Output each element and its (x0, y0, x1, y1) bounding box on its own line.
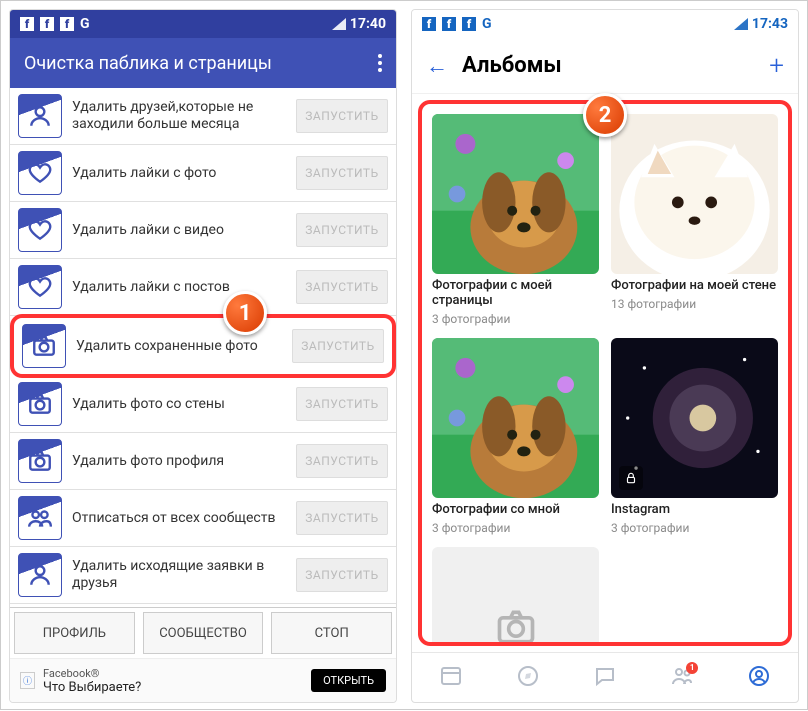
tab-profile[interactable] (747, 664, 771, 692)
launch-button[interactable]: ЗАПУСТИТЬ (296, 444, 388, 478)
signal-icon (332, 18, 346, 30)
action-row: Удалить лайки с фото ЗАПУСТИТЬ (10, 145, 396, 202)
add-button[interactable]: + (769, 53, 784, 79)
ad-text: Что Выбираете? (43, 680, 141, 695)
launch-button[interactable]: ЗАПУСТИТЬ (296, 558, 388, 592)
signal-icon (734, 18, 748, 30)
launch-button[interactable]: ЗАПУСТИТЬ (296, 156, 388, 190)
album-count: 13 фотографии (611, 297, 778, 311)
add-album-tile[interactable] (432, 547, 599, 646)
action-row: Отписаться от всех сообществ ЗАПУСТИТЬ (10, 490, 396, 547)
facebook-icon (40, 17, 54, 31)
tab-feed[interactable] (439, 664, 463, 692)
camera-icon (22, 324, 66, 368)
status-time: 17:40 (350, 16, 386, 32)
menu-dots-icon[interactable] (378, 61, 382, 65)
launch-button[interactable]: ЗАПУСТИТЬ (292, 329, 384, 363)
album-thumbnail[interactable] (611, 114, 778, 274)
album-thumbnail[interactable] (611, 338, 778, 498)
facebook-icon (20, 17, 34, 31)
heart-icon (18, 208, 62, 252)
action-label: Удалить лайки с фото (72, 165, 286, 182)
facebook-icon (462, 17, 476, 31)
action-row: Удалить сохраненные фото ЗАПУСТИТЬ (10, 314, 396, 378)
profile-button[interactable]: ПРОФИЛЬ (14, 612, 135, 654)
heart-icon (18, 265, 62, 309)
callout-1: 1 (223, 291, 267, 335)
ad-info-icon[interactable]: ⓘ (20, 672, 35, 689)
album-title: Фотографии на моей стене (611, 278, 778, 293)
page-title: Альбомы (462, 53, 755, 78)
person-icon (18, 94, 62, 138)
facebook-icon (422, 17, 436, 31)
action-label: Удалить фото со стены (72, 396, 286, 413)
ad-open-button[interactable]: ОТКРЫТЬ (311, 669, 386, 692)
launch-button[interactable]: ЗАПУСТИТЬ (296, 270, 388, 304)
action-row: Удалить фото со стены ЗАПУСТИТЬ (10, 376, 396, 433)
action-row: Удалить фото профиля ЗАПУСТИТЬ (10, 433, 396, 490)
album-item[interactable]: Фотографии со мной 3 фотографии (432, 338, 599, 535)
album-count: 3 фотографии (432, 521, 599, 535)
camera-icon (18, 382, 62, 426)
action-label: Удалить сохраненные фото (76, 338, 282, 355)
ad-brand: Facebook® (43, 667, 141, 680)
status-time: 17:43 (752, 16, 788, 32)
lock-icon (619, 466, 643, 490)
album-item[interactable]: Фотографии с моей страницы 3 фотографии (432, 114, 599, 326)
heart-icon (18, 151, 62, 195)
album-thumbnail[interactable] (432, 338, 599, 498)
album-item[interactable]: Фотографии на моей стене 13 фотографии (611, 114, 778, 326)
action-label: Удалить фото профиля (72, 453, 286, 470)
person-icon (18, 553, 62, 597)
camera-icon (18, 439, 62, 483)
action-label: Удалить друзей,которые не заходили больш… (72, 99, 286, 133)
album-thumbnail[interactable] (432, 114, 599, 274)
notification-badge: 1 (686, 662, 698, 674)
tab-messages[interactable] (593, 664, 617, 692)
launch-button[interactable]: ЗАПУСТИТЬ (296, 387, 388, 421)
launch-button[interactable]: ЗАПУСТИТЬ (296, 99, 388, 133)
tab-discover[interactable] (516, 664, 540, 692)
back-button[interactable]: ← (426, 53, 448, 79)
action-label: Удалить исходящие заявки в друзья (72, 558, 286, 592)
ad-banner[interactable]: ⓘ Facebook® Что Выбираете? ОТКРЫТЬ (10, 658, 396, 702)
action-row: Удалить друзей,которые не заходили больш… (10, 88, 396, 145)
action-label: Удалить лайки с видео (72, 222, 286, 239)
app-title: Очистка паблика и страницы (24, 53, 378, 74)
stop-button[interactable]: СТОП (271, 612, 392, 654)
community-button[interactable]: СООБЩЕСТВО (143, 612, 264, 654)
status-icons: G (20, 16, 90, 32)
facebook-icon (442, 17, 456, 31)
status-icons: G (422, 16, 492, 32)
callout-2: 2 (583, 93, 627, 137)
album-title: Instagram (611, 502, 778, 517)
album-title: Фотографии с моей страницы (432, 278, 599, 308)
launch-button[interactable]: ЗАПУСТИТЬ (296, 501, 388, 535)
album-count: 3 фотографии (432, 312, 599, 326)
action-label: Отписаться от всех сообществ (72, 510, 286, 527)
album-item[interactable]: Instagram 3 фотографии (611, 338, 778, 535)
action-row: Удалить исходящие заявки в друзья ЗАПУСТ… (10, 547, 396, 604)
album-title: Фотографии со мной (432, 502, 599, 517)
google-icon: G (80, 16, 90, 32)
launch-button[interactable]: ЗАПУСТИТЬ (296, 213, 388, 247)
action-row: Удалить лайки с постов ЗАПУСТИТЬ (10, 259, 396, 316)
tab-friends[interactable]: 1 (670, 664, 694, 692)
action-row: Удалить лайки с видео ЗАПУСТИТЬ (10, 202, 396, 259)
album-count: 3 фотографии (611, 521, 778, 535)
group-icon (18, 496, 62, 540)
google-icon: G (482, 16, 492, 32)
facebook-icon (60, 17, 74, 31)
